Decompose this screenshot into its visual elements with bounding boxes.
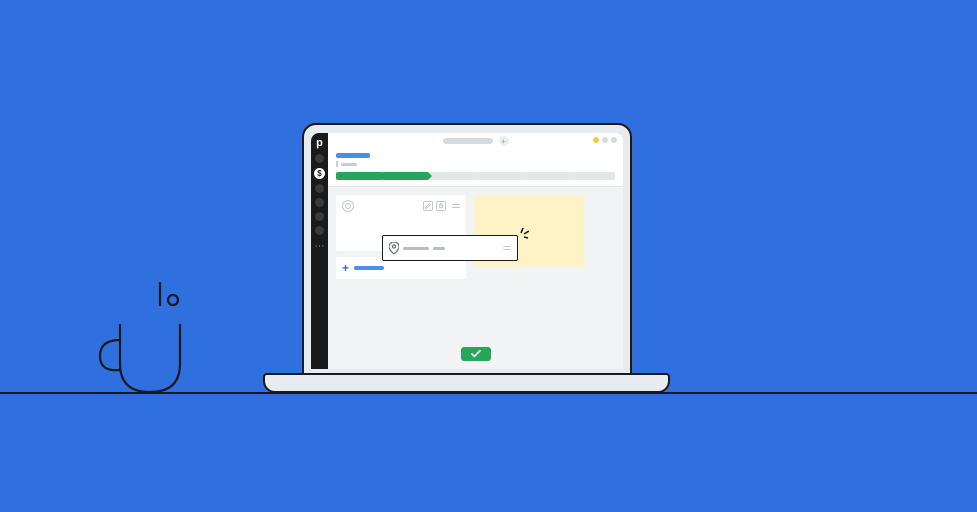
new-tab-button[interactable]: + [499,136,509,146]
spark-icon [515,228,529,242]
deal-title[interactable] [336,153,370,158]
location-line-2 [433,247,445,250]
pipeline-stage-3[interactable] [429,172,475,180]
pipeline-stages[interactable] [336,172,615,180]
window-close-icon[interactable] [611,137,617,143]
pipeline-stage-2[interactable] [383,172,429,180]
sidebar-item-6[interactable] [315,226,324,235]
laptop-base [263,373,670,393]
window-controls [593,137,617,143]
browser-top-bar: + [328,133,623,149]
window-expand-icon[interactable] [602,137,608,143]
app-main: + [328,133,623,369]
sidebar-item-4[interactable] [315,198,324,207]
drag-handle-icon[interactable] [452,204,460,209]
pipeline-stage-6[interactable] [569,172,615,180]
deal-body: + [328,187,623,369]
check-icon [471,350,481,358]
edit-icon[interactable] [423,201,433,211]
laptop-screen: p ⋯ + [302,123,632,375]
sidebar-more[interactable]: ⋯ [315,242,325,252]
sidebar-item-deals[interactable] [314,168,325,179]
window-minimize-icon[interactable] [593,137,599,143]
drag-handle-icon[interactable] [503,246,511,251]
deal-subtitle [336,161,615,167]
pipeline-stage-5[interactable] [523,172,569,180]
pipeline-stage-4[interactable] [476,172,522,180]
plus-icon: + [342,262,349,274]
pipeline-stage-1[interactable] [336,172,382,180]
delete-icon[interactable] [436,201,446,211]
app-screen: p ⋯ + [311,133,623,369]
sidebar-item-1[interactable] [315,154,324,163]
app-sidebar: p ⋯ [311,133,328,369]
coffee-cup-illustration [90,264,210,404]
person-icon [342,200,354,212]
add-card-label [354,266,384,270]
address-pill[interactable] [443,138,493,144]
location-popover[interactable] [382,235,518,261]
location-line-1 [403,247,429,250]
confirm-button[interactable] [461,347,491,361]
map-pin-icon [389,242,399,254]
sidebar-item-5[interactable] [315,212,324,221]
sidebar-item-3[interactable] [315,184,324,193]
app-logo[interactable]: p [314,137,326,149]
deal-header [328,149,623,187]
